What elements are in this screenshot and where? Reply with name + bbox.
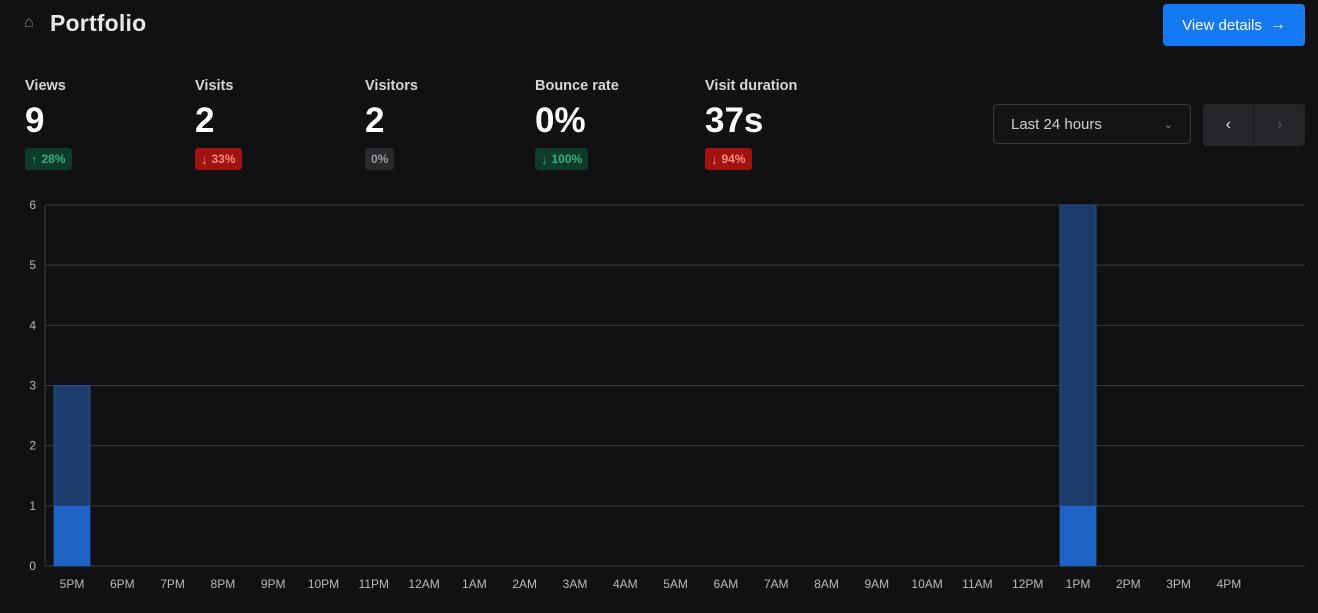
x-tick-label: 4PM [1217, 577, 1242, 591]
change-value: 33% [211, 152, 236, 166]
metric-visits[interactable]: Visits 2 ↓ 33% [195, 78, 355, 170]
metric-label: Visits [195, 78, 234, 94]
x-tick-label: 6PM [110, 577, 135, 591]
change-badge: ↑ 28% [25, 148, 72, 170]
x-tick-label: 10PM [308, 577, 339, 591]
metric-label: Views [25, 78, 66, 94]
x-tick-label: 7PM [160, 577, 185, 591]
chevron-down-icon: ⌄ [1163, 118, 1173, 131]
y-tick-label: 0 [29, 559, 36, 573]
metric-label: Bounce rate [535, 78, 619, 94]
x-tick-label: 8PM [211, 577, 236, 591]
chevron-right-icon: › [1277, 116, 1283, 133]
metric-bounce-rate[interactable]: Bounce rate 0% ↓ 100% [535, 78, 695, 170]
arrow-down-icon: ↓ [541, 151, 548, 167]
metric-visitors[interactable]: Visitors 2 0% [365, 78, 525, 170]
arrow-up-icon: ↑ [31, 151, 38, 167]
change-value: 94% [721, 152, 746, 166]
x-tick-label: 1PM [1066, 577, 1091, 591]
arrow-down-icon: ↓ [201, 151, 208, 167]
x-tick-label: 11PM [359, 577, 389, 591]
home-icon: ⌂ [24, 14, 34, 31]
page-header: ⌂ Portfolio View details → [0, 0, 1318, 52]
y-tick-label: 6 [29, 198, 36, 212]
arrow-right-icon: → [1269, 16, 1286, 33]
next-period-button[interactable]: › [1253, 104, 1305, 146]
date-range-value: Last 24 hours [1011, 115, 1102, 133]
metric-views[interactable]: Views 9 ↑ 28% [25, 78, 185, 170]
change-badge: 0% [365, 148, 395, 170]
change-badge: ↓ 33% [195, 148, 242, 170]
y-tick-label: 3 [29, 379, 36, 393]
metric-value: 0% [535, 101, 586, 140]
x-tick-label: 2AM [512, 577, 537, 591]
x-tick-label: 4AM [613, 577, 638, 591]
visitors-bar[interactable] [1060, 505, 1096, 566]
arrow-down-icon: ↓ [711, 151, 718, 167]
x-tick-label: 1AM [462, 577, 487, 591]
x-tick-label: 5AM [663, 577, 688, 591]
x-tick-label: 7AM [764, 577, 789, 591]
y-tick-label: 1 [29, 499, 36, 513]
x-tick-label: 5PM [60, 577, 85, 591]
x-tick-label: 6AM [714, 577, 739, 591]
view-details-label: View details [1182, 16, 1262, 34]
metric-label: Visit duration [705, 78, 798, 94]
x-tick-label: 10AM [911, 577, 942, 591]
pageviews-chart: 0 1 2 3 4 5 6 5PM 6PM 7PM 8PM 9PM 10PM 11PM 12AM 1AM 2AM… [29, 198, 1305, 591]
metric-value: 9 [25, 101, 45, 140]
date-navigation: ‹ › [1203, 104, 1305, 146]
change-value: 100% [551, 152, 583, 166]
y-tick-label: 5 [29, 258, 36, 272]
x-tick-label: 3PM [1166, 577, 1191, 591]
page-title: Portfolio [50, 10, 147, 36]
date-range-select[interactable]: Last 24 hours ⌄ [993, 104, 1191, 144]
chevron-left-icon: ‹ [1225, 116, 1231, 133]
x-tick-label: 2PM [1116, 577, 1141, 591]
x-tick-label: 12PM [1012, 577, 1043, 591]
metric-value: 2 [195, 101, 215, 140]
visitors-bar[interactable] [54, 505, 90, 566]
y-tick-label: 2 [29, 439, 36, 453]
change-badge: ↓ 100% [535, 148, 589, 170]
y-tick-label: 4 [29, 318, 36, 332]
change-value: 28% [41, 152, 66, 166]
change-value: 0% [371, 152, 389, 166]
x-tick-label: 8AM [814, 577, 839, 591]
metric-label: Visitors [365, 78, 418, 94]
x-tick-label: 12AM [408, 577, 439, 591]
x-tick-label: 11AM [962, 577, 992, 591]
x-tick-label: 9AM [864, 577, 889, 591]
metric-value: 2 [365, 101, 385, 140]
metric-visit-duration[interactable]: Visit duration 37s ↓ 94% [705, 78, 865, 170]
change-badge: ↓ 94% [705, 148, 752, 170]
x-tick-label: 3AM [563, 577, 588, 591]
view-details-button[interactable]: View details → [1163, 4, 1305, 46]
metric-value: 37s [705, 101, 764, 140]
x-tick-label: 9PM [261, 577, 286, 591]
previous-period-button[interactable]: ‹ [1203, 104, 1254, 146]
